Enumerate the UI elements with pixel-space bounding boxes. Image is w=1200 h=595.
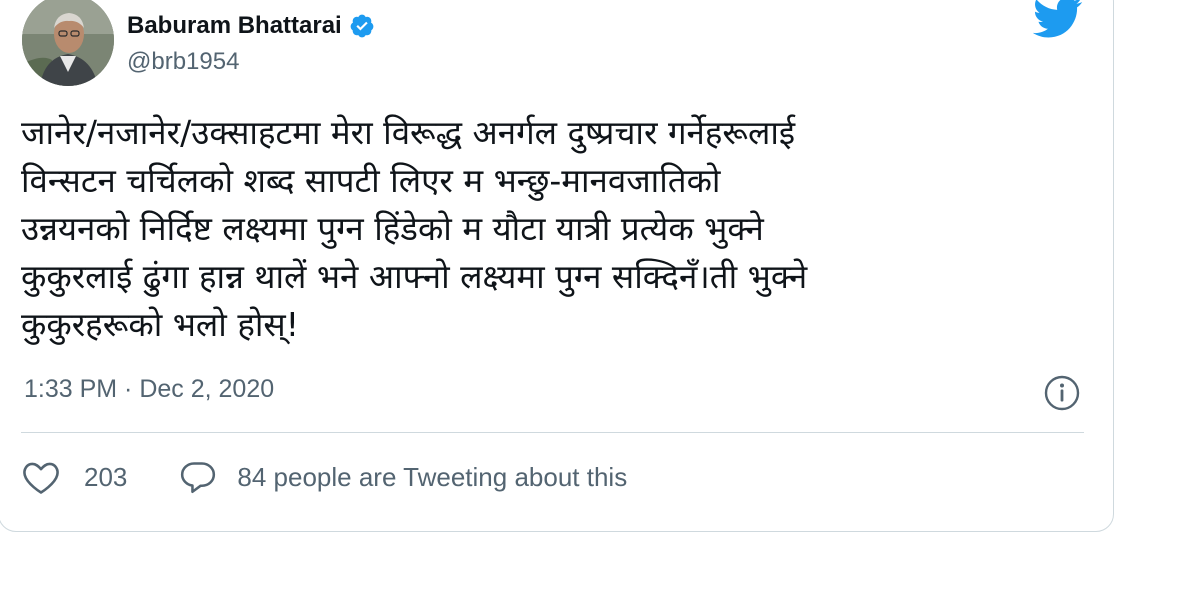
avatar-image: [22, 0, 114, 86]
avatar[interactable]: [22, 0, 114, 86]
tweet-card: Baburam Bhattarai @brb1954 जानेर/नजानेर/…: [0, 0, 1114, 532]
conversation-count-text: 84 people are Tweeting about this: [237, 461, 628, 492]
speech-bubble-icon: [179, 459, 217, 495]
twitter-bird-icon[interactable]: [1032, 0, 1083, 39]
author-name-row: Baburam Bhattarai: [127, 11, 375, 41]
like-count: 203: [84, 461, 128, 492]
info-icon[interactable]: [1043, 374, 1081, 412]
tweet-timestamp[interactable]: 1:33 PM · Dec 2, 2020: [24, 375, 274, 404]
like-button[interactable]: 203: [21, 459, 127, 495]
tweet-actions: 203 84 people are Tweeting about this: [21, 457, 627, 497]
author-handle[interactable]: @brb1954: [127, 48, 239, 76]
conversation-link[interactable]: 84 people are Tweeting about this: [179, 459, 627, 495]
verified-badge-icon: [349, 13, 375, 39]
heart-icon: [21, 459, 61, 495]
divider: [21, 432, 1084, 433]
tweet-text: जानेर/नजानेर/उक्साहटमा मेरा विरूद्ध अनर्…: [21, 113, 808, 344]
author-display-name[interactable]: Baburam Bhattarai: [127, 12, 342, 40]
